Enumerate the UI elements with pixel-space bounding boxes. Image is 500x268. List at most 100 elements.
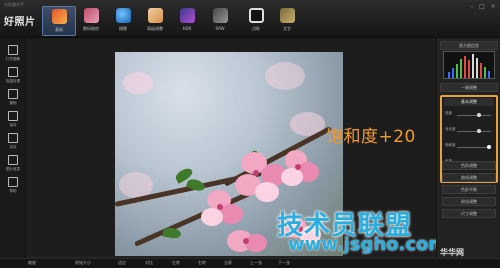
petal xyxy=(201,208,223,226)
tool-darkroom[interactable]: 数码暗房 xyxy=(74,6,108,36)
sidebar-item-help[interactable]: 帮助 xyxy=(2,176,24,198)
sidebar-item-label: 撤销 xyxy=(9,101,17,105)
compare-button[interactable]: 对比 xyxy=(145,260,153,266)
histogram-bar xyxy=(472,54,474,78)
left-sidebar: 打开图像 批量处理 撤销 保存 另存 图片信息 帮助 xyxy=(0,38,26,258)
slider-knob[interactable] xyxy=(477,113,481,117)
info-icon xyxy=(8,155,18,165)
basic-adjust-title[interactable]: 基本调整 xyxy=(444,98,494,106)
sidebar-item-save[interactable]: 保存 xyxy=(2,110,24,132)
brightness-slider[interactable]: 亮度 xyxy=(445,111,495,121)
tool-label: HDR xyxy=(182,26,192,31)
sidebar-item-undo[interactable]: 撤销 xyxy=(2,88,24,110)
sidebar-item-saveas[interactable]: 另存 xyxy=(2,132,24,154)
color-balance-button[interactable]: 色彩平衡 xyxy=(442,185,496,194)
site-watermark: 华华网 xyxy=(440,248,464,257)
histogram-bar xyxy=(484,67,486,78)
sidebar-item-label: 帮助 xyxy=(9,189,17,193)
petal xyxy=(281,168,303,186)
contrast-slider[interactable]: 对比度 xyxy=(445,127,495,137)
slider-label: 对比度 xyxy=(445,127,456,131)
fullscreen-button[interactable]: 全屏 xyxy=(224,260,232,266)
tool-label: 边框 xyxy=(252,26,260,31)
raw-icon xyxy=(212,8,228,23)
tool-advanced[interactable]: 高级调整 xyxy=(138,6,172,36)
next-image-button[interactable]: 下一张 xyxy=(278,260,290,266)
histogram-bar xyxy=(448,72,450,78)
save-icon xyxy=(8,111,18,121)
curves-button[interactable]: 曲线调整 xyxy=(442,173,496,182)
folder-icon xyxy=(8,45,18,55)
help-icon xyxy=(8,177,18,187)
zoom-button[interactable]: 缩放 xyxy=(28,260,36,266)
tool-text[interactable]: 文字 xyxy=(270,6,304,36)
petal xyxy=(255,182,279,202)
resize-button[interactable]: 尺寸调整 xyxy=(442,209,496,218)
tool-label: RAW xyxy=(215,26,225,31)
blossom-center xyxy=(217,204,223,210)
blossom-center xyxy=(295,164,301,170)
hdr-icon xyxy=(179,8,195,23)
tool-label: 高级调整 xyxy=(147,26,163,31)
tool-frame[interactable]: 边框 xyxy=(239,6,273,36)
tool-label: 数码暗房 xyxy=(83,26,99,31)
histogram-bar xyxy=(468,60,470,78)
fit-button[interactable]: 适应 xyxy=(118,260,126,266)
flower-icon xyxy=(147,8,163,23)
app-logo: 好照片 xyxy=(4,17,36,28)
tool-raw[interactable]: RAW xyxy=(203,6,237,36)
text-icon xyxy=(279,8,295,23)
histogram-title[interactable]: 直方图信息 xyxy=(440,41,498,50)
histogram-bar xyxy=(488,71,490,78)
histogram xyxy=(443,51,495,79)
blossom-bg xyxy=(123,72,153,94)
saturation-slider[interactable]: 饱和度 xyxy=(445,143,495,153)
sidebar-item-label: 保存 xyxy=(9,123,17,127)
bottom-toolbar: 缩放 原始大小 适应 对比 左转 右转 全屏 上一张 下一张 xyxy=(0,258,500,268)
petal xyxy=(245,234,267,252)
rotate-left-button[interactable]: 左转 xyxy=(172,260,180,266)
histogram-bar xyxy=(456,64,458,78)
drop-icon xyxy=(115,8,131,23)
watermark-url: www.jsgho.com xyxy=(288,234,448,255)
slider-track[interactable] xyxy=(457,147,491,148)
original-size-button[interactable]: 原始大小 xyxy=(75,260,91,266)
save-as-icon xyxy=(8,133,18,143)
sharpen-button[interactable]: 锐化调整 xyxy=(442,197,496,206)
close-icon[interactable]: × xyxy=(489,3,497,10)
right-panel: 直方图信息 一键调整 基本调整 亮度 对比度 饱和度 色阶调整 曲线调整 色彩平… xyxy=(436,38,500,258)
levels-button[interactable]: 色阶调整 xyxy=(442,161,496,170)
histogram-bar xyxy=(476,58,478,78)
brush-icon xyxy=(51,9,67,24)
sidebar-item-label: 图片信息 xyxy=(6,167,20,171)
tool-label: 模糊 xyxy=(119,26,127,31)
maximize-icon[interactable]: □ xyxy=(478,3,486,10)
frame-icon xyxy=(248,8,264,23)
blossom-bg xyxy=(265,62,305,90)
tool-blur[interactable]: 模糊 xyxy=(106,6,140,36)
sidebar-item-info[interactable]: 图片信息 xyxy=(2,154,24,176)
histogram-bar xyxy=(460,59,462,78)
sidebar-item-open[interactable]: 打开图像 xyxy=(2,44,24,66)
prev-image-button[interactable]: 上一张 xyxy=(250,260,262,266)
rotate-right-button[interactable]: 右转 xyxy=(198,260,206,266)
slider-track[interactable] xyxy=(457,131,491,132)
blossom-center xyxy=(243,238,249,244)
tool-label: 文字 xyxy=(283,26,291,31)
batch-icon xyxy=(8,67,18,77)
undo-icon xyxy=(8,89,18,99)
slider-track[interactable] xyxy=(457,115,491,116)
tool-hdr[interactable]: HDR xyxy=(170,6,204,36)
sidebar-item-batch[interactable]: 批量处理 xyxy=(2,66,24,88)
window-title: 光影魔术手 xyxy=(4,2,24,7)
histogram-bar xyxy=(464,56,466,78)
one-click-adjust-button[interactable]: 一键调整 xyxy=(440,83,498,92)
saturation-annotation: 饱和度+20 xyxy=(326,127,416,147)
tool-basic[interactable]: 基础 xyxy=(42,6,76,36)
slider-knob[interactable] xyxy=(487,145,491,149)
sidebar-item-label: 打开图像 xyxy=(6,57,20,61)
histogram-bar xyxy=(452,68,454,78)
minimize-icon[interactable]: – xyxy=(468,3,476,10)
slider-knob[interactable] xyxy=(477,129,481,133)
slider-label: 饱和度 xyxy=(445,143,456,147)
